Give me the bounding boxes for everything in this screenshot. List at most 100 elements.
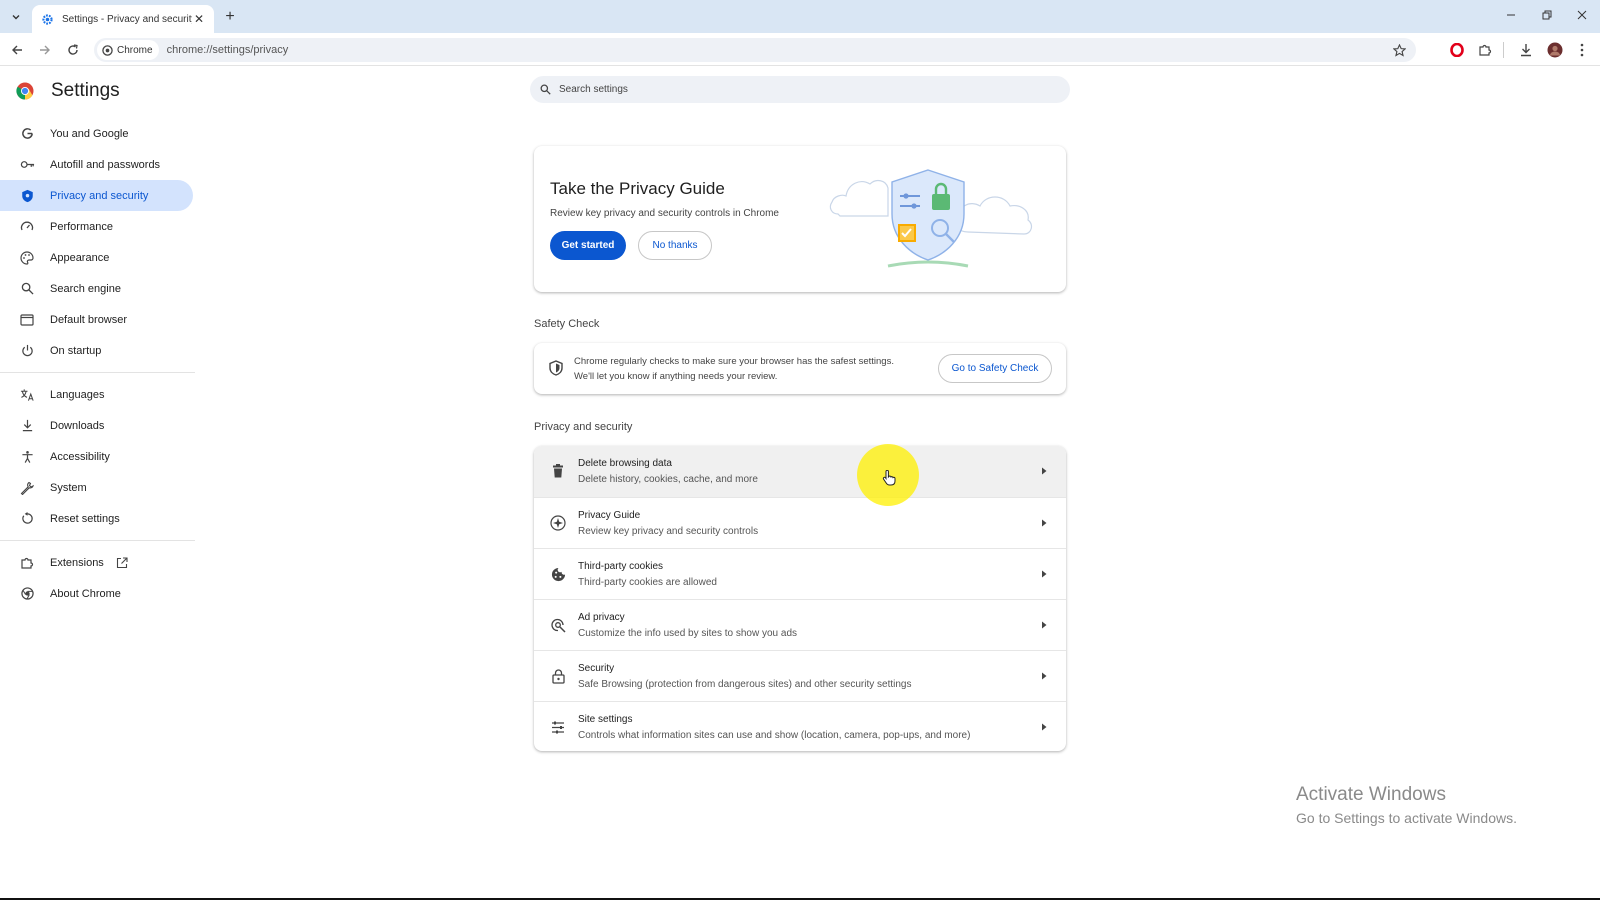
sidebar-item-label: Autofill and passwords	[50, 158, 161, 171]
sidebar-item-label: Search engine	[50, 282, 121, 295]
arrow-right-icon	[1042, 570, 1047, 578]
close-icon[interactable]	[1568, 4, 1596, 26]
get-started-button[interactable]: Get started	[550, 231, 626, 260]
sidebar-item-languages[interactable]: Languages	[0, 379, 193, 410]
site-info-chip[interactable]: Chrome	[97, 40, 159, 60]
sidebar-item-label: On startup	[50, 344, 102, 357]
hand-cursor-icon	[882, 470, 896, 486]
chrome-icon	[102, 44, 113, 56]
tab-title: Settings - Privacy and security	[62, 13, 192, 25]
windows-activation-watermark: Activate Windows Go to Settings to activ…	[1296, 784, 1517, 826]
speedometer-icon	[19, 219, 35, 235]
download-icon[interactable]	[1515, 39, 1537, 61]
chrome-logo-icon	[16, 82, 34, 100]
watermark-line2: Go to Settings to activate Windows.	[1296, 810, 1517, 826]
accessibility-icon	[19, 449, 35, 465]
ad-privacy-row[interactable]: Ad privacy Customize the info used by si…	[534, 599, 1066, 650]
restore-icon[interactable]	[1533, 4, 1561, 26]
row-title: Third-party cookies	[578, 561, 664, 572]
open-in-new-icon	[116, 556, 128, 569]
settings-header: Settings	[16, 80, 120, 102]
safety-check-line2: We'll let you know if anything needs you…	[574, 371, 778, 382]
chrome-icon	[19, 586, 35, 602]
sidebar-item-label: Downloads	[50, 419, 105, 432]
puzzle-icon[interactable]	[1474, 39, 1496, 61]
arrow-right-icon	[1042, 723, 1047, 731]
sidebar-item-default-browser[interactable]: Default browser	[0, 304, 193, 335]
download-icon	[19, 418, 35, 434]
sidebar-item-label: Appearance	[50, 251, 110, 264]
sidebar-item-appearance[interactable]: Appearance	[0, 242, 193, 273]
bookmark-star-icon[interactable]	[1390, 41, 1408, 59]
site-settings-row[interactable]: Site settings Controls what information …	[534, 701, 1066, 751]
tab-search-button[interactable]	[6, 7, 26, 27]
sidebar-item-downloads[interactable]: Downloads	[0, 410, 193, 441]
row-title: Delete browsing data	[578, 458, 672, 469]
minimize-icon[interactable]	[1497, 4, 1525, 26]
privacy-guide-row[interactable]: Privacy Guide Review key privacy and sec…	[534, 497, 1066, 548]
sidebar-item-you-and-google[interactable]: You and Google	[0, 118, 193, 149]
row-subtitle: Review key privacy and security controls	[578, 526, 759, 537]
search-icon	[540, 84, 551, 95]
no-thanks-button[interactable]: No thanks	[638, 231, 712, 260]
settings-nav: You and Google Autofill and passwords Pr…	[0, 118, 195, 609]
safety-check-section-title: Safety Check	[534, 318, 600, 330]
opera-icon[interactable]	[1446, 39, 1468, 61]
google-g-icon	[19, 126, 35, 142]
row-subtitle: Safe Browsing (protection from dangerous…	[578, 679, 912, 690]
row-subtitle: Controls what information sites can use …	[578, 730, 971, 741]
third-party-cookies-row[interactable]: Third-party cookies Third-party cookies …	[534, 548, 1066, 599]
sidebar-item-extensions[interactable]: Extensions	[0, 547, 193, 578]
nav-divider	[0, 540, 195, 541]
search-placeholder: Search settings	[559, 84, 628, 95]
sidebar-item-label: You and Google	[50, 127, 129, 140]
sidebar-item-accessibility[interactable]: Accessibility	[0, 441, 193, 472]
back-arrow-icon[interactable]	[6, 39, 28, 61]
sidebar-item-system[interactable]: System	[0, 472, 193, 503]
row-title: Ad privacy	[578, 612, 625, 623]
reload-icon[interactable]	[62, 39, 84, 61]
delete-browsing-data-row[interactable]: Delete browsing data Delete history, coo…	[534, 446, 1066, 497]
browser-window-icon	[19, 312, 35, 328]
privacy-guide-promo-title: Take the Privacy Guide	[550, 179, 725, 198]
close-icon[interactable]: ✕	[192, 12, 206, 26]
more-menu-icon[interactable]	[1571, 39, 1593, 61]
row-title: Privacy Guide	[578, 510, 641, 521]
plus-icon[interactable]: +	[220, 7, 240, 27]
privacy-guide-promo-subtitle: Review key privacy and security controls…	[550, 208, 779, 219]
sidebar-item-search-engine[interactable]: Search engine	[0, 273, 193, 304]
sidebar-item-privacy-and-security[interactable]: Privacy and security	[0, 180, 193, 211]
key-icon	[19, 157, 35, 173]
nav-divider	[0, 372, 195, 373]
safety-check-line1: Chrome regularly checks to make sure you…	[574, 356, 894, 367]
safety-check-card: Chrome regularly checks to make sure you…	[534, 343, 1066, 394]
row-title: Site settings	[578, 714, 633, 725]
avatar[interactable]	[1544, 39, 1566, 61]
privacy-settings-list: Delete browsing data Delete history, coo…	[534, 446, 1066, 751]
sidebar-item-label: Reset settings	[50, 512, 120, 525]
cookie-icon	[549, 565, 567, 583]
sidebar-item-label: Languages	[50, 388, 105, 401]
sidebar-item-on-startup[interactable]: On startup	[0, 335, 193, 366]
puzzle-icon	[19, 555, 35, 571]
tab-settings[interactable]: Settings - Privacy and security ✕	[32, 5, 214, 33]
watermark-line1: Activate Windows	[1296, 784, 1446, 805]
sidebar-item-autofill[interactable]: Autofill and passwords	[0, 149, 193, 180]
sidebar-item-label: Extensions	[50, 556, 104, 569]
wrench-icon	[19, 480, 35, 496]
forward-arrow-icon[interactable]	[34, 39, 56, 61]
sidebar-item-label: Accessibility	[50, 450, 110, 463]
url-text[interactable]: chrome://settings/privacy	[167, 44, 289, 56]
reset-icon	[19, 511, 35, 527]
security-row[interactable]: Security Safe Browsing (protection from …	[534, 650, 1066, 701]
privacy-guide-icon	[549, 514, 567, 532]
address-bar[interactable]: Chrome chrome://settings/privacy	[94, 38, 1416, 62]
search-settings-input[interactable]: Search settings	[530, 76, 1070, 103]
sidebar-item-reset-settings[interactable]: Reset settings	[0, 503, 193, 534]
sidebar-item-label: Privacy and security	[50, 189, 149, 202]
sidebar-item-label: About Chrome	[50, 587, 121, 600]
sidebar-item-performance[interactable]: Performance	[0, 211, 193, 242]
go-to-safety-check-button[interactable]: Go to Safety Check	[938, 354, 1052, 383]
sidebar-item-label: Performance	[50, 220, 113, 233]
sidebar-item-about-chrome[interactable]: About Chrome	[0, 578, 193, 609]
